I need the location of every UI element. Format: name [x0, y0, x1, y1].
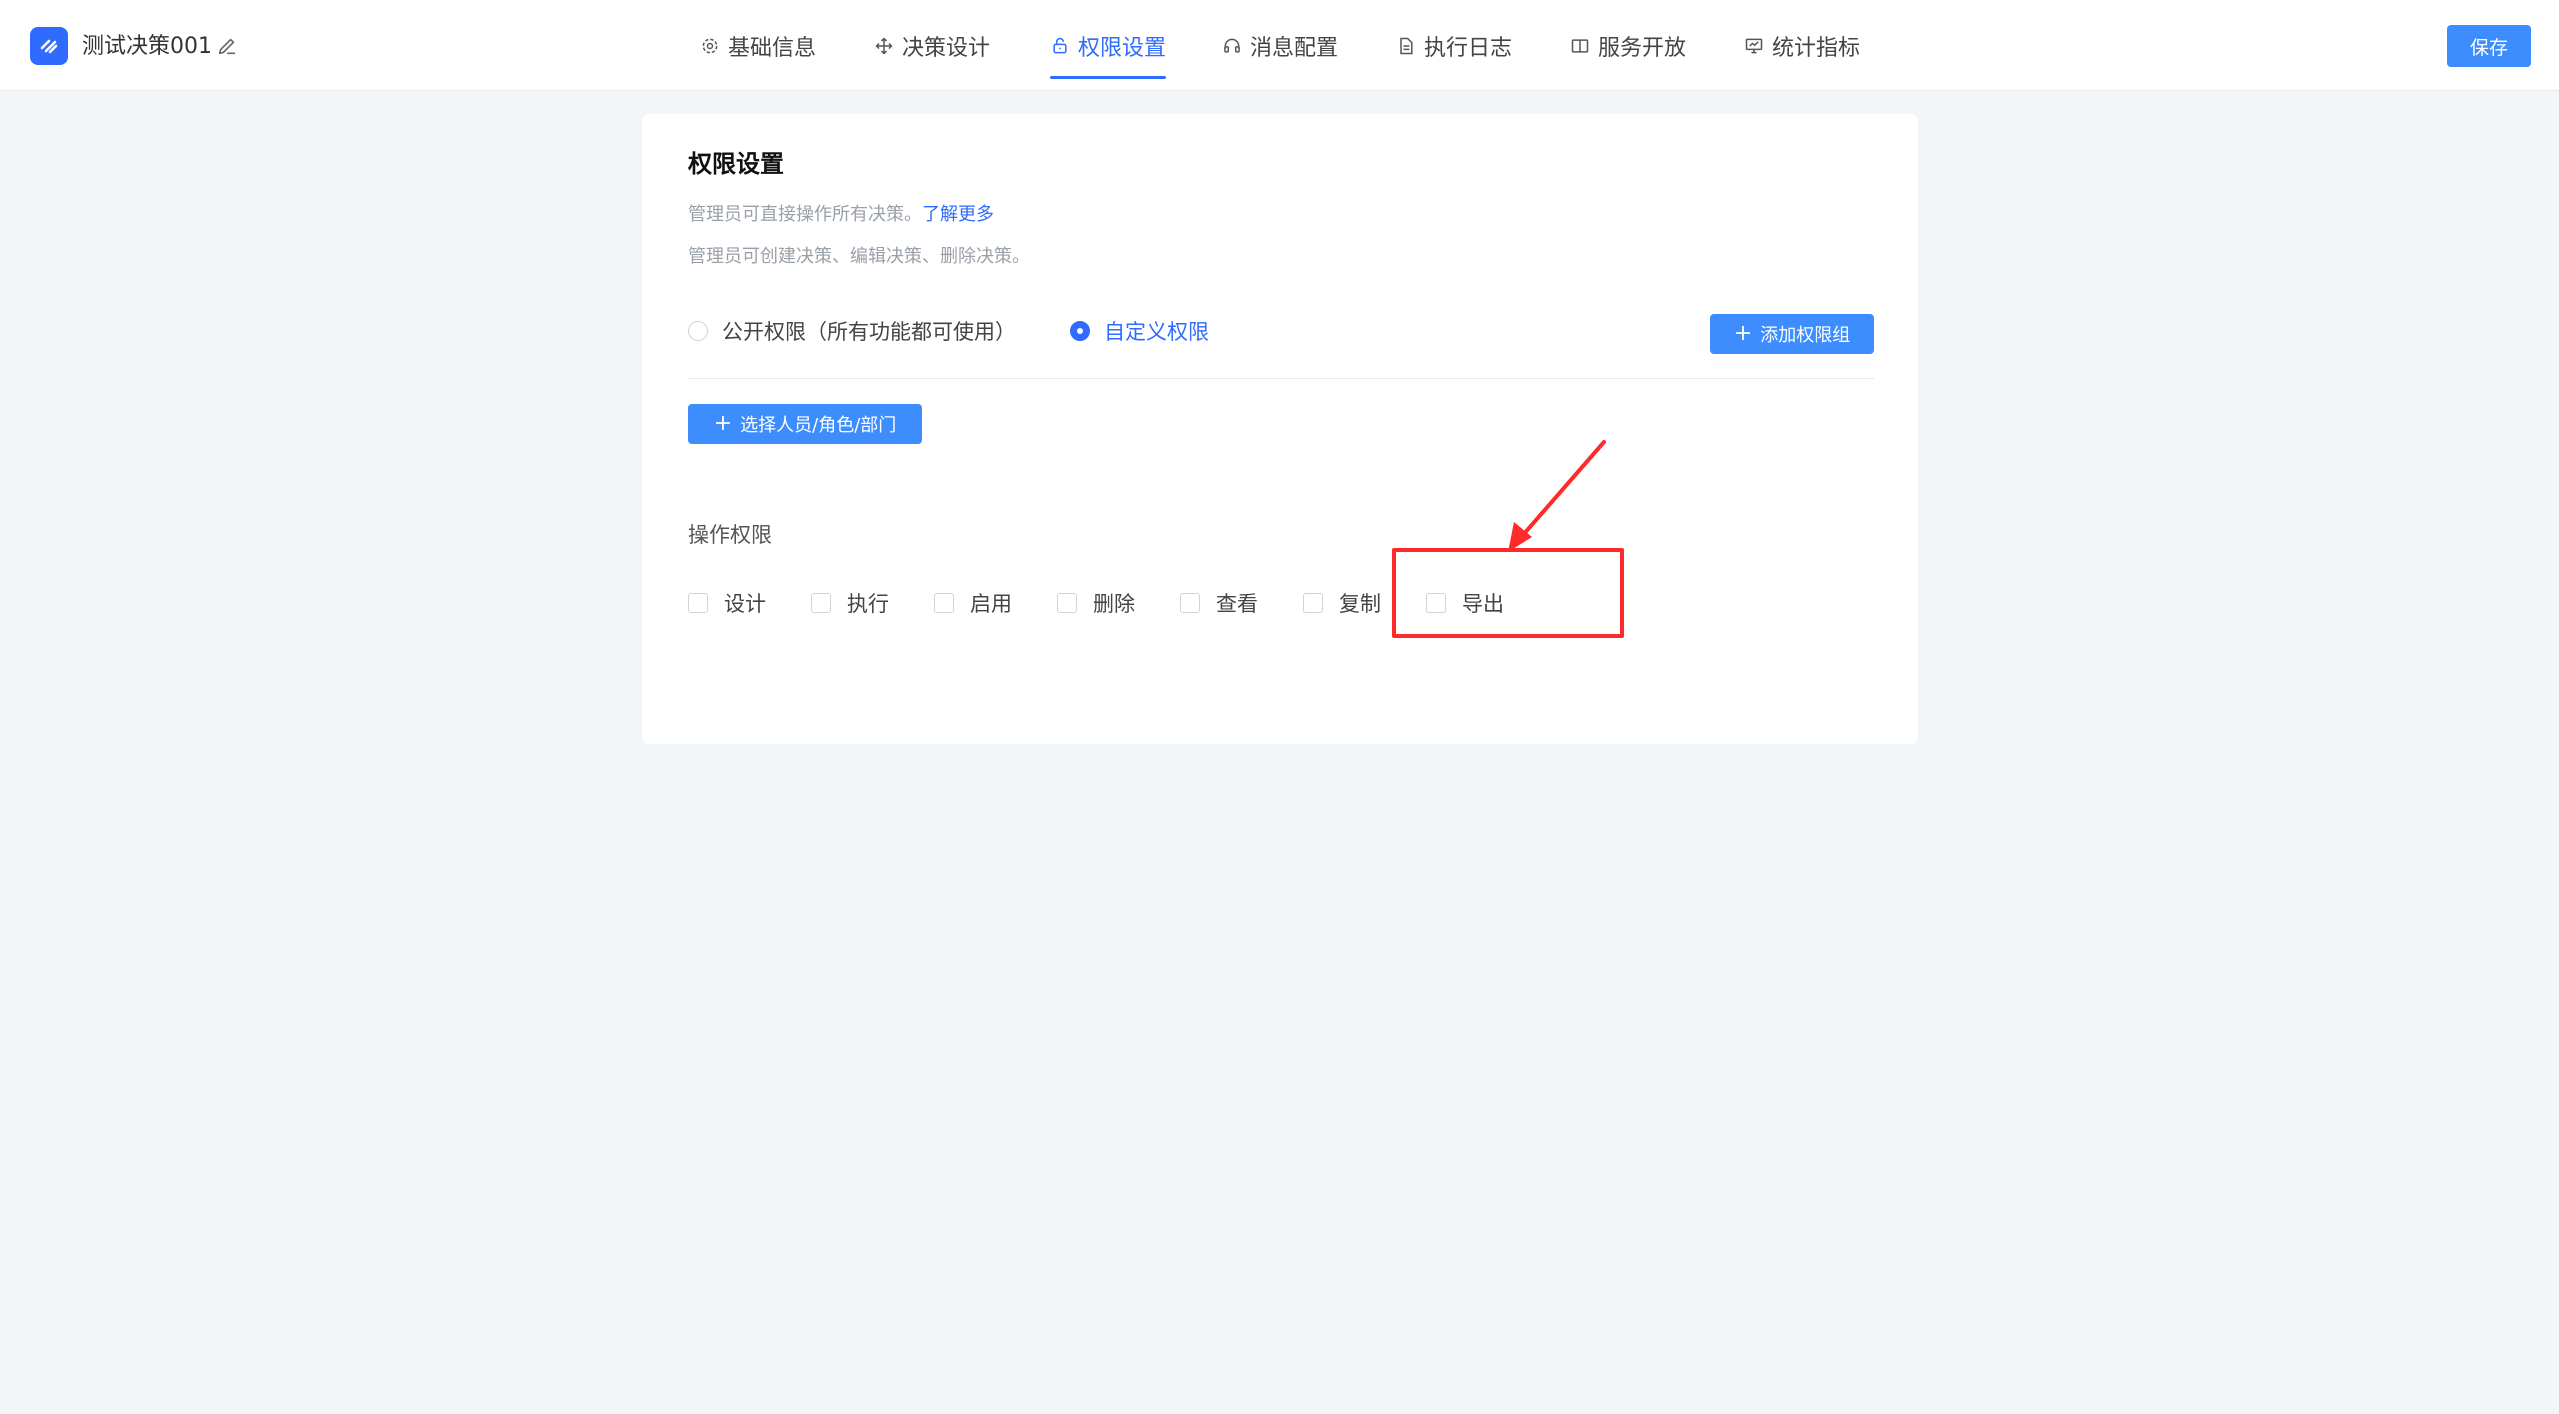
checkbox-icon	[934, 593, 954, 613]
plus-icon: +	[1733, 321, 1753, 346]
nav-tab-label: 统计指标	[1772, 35, 1861, 61]
nav-tab-label: 权限设置	[1078, 35, 1167, 61]
radio-label: 自定义权限	[1104, 320, 1209, 344]
nav-tab-label: 决策设计	[902, 35, 991, 61]
checkbox-label: 执行	[847, 592, 889, 616]
checkbox-icon	[1057, 593, 1077, 613]
checkbox-icon	[1303, 593, 1323, 613]
select-people-roles-departments-button[interactable]: + 选择人员/角色/部门	[688, 404, 922, 444]
permission-settings-card: 权限设置 管理员可直接操作所有决策。了解更多 管理员可创建决策、编辑决策、删除决…	[642, 114, 1918, 744]
admin-description-1: 管理员可直接操作所有决策。了解更多	[688, 200, 994, 226]
nav-tab-label: 执行日志	[1424, 35, 1513, 61]
checkbox-label: 删除	[1093, 592, 1135, 616]
save-button[interactable]: 保存	[2447, 25, 2531, 67]
admin-description-text: 管理员可直接操作所有决策。	[688, 204, 922, 225]
gear-icon	[702, 38, 718, 53]
checkbox-icon	[688, 593, 708, 613]
app-logo-icon	[30, 27, 68, 65]
checkbox-enable[interactable]: 启用	[934, 588, 1012, 618]
button-label: 选择人员/角色/部门	[740, 415, 897, 436]
document-icon	[1400, 37, 1413, 54]
nav-tab-label: 基础信息	[728, 35, 817, 61]
chart-icon	[1745, 38, 1763, 53]
nav-tab-label: 服务开放	[1598, 35, 1687, 61]
checkbox-view[interactable]: 查看	[1180, 588, 1258, 618]
nav-tab-execution-log[interactable]: 执行日志	[1396, 0, 1512, 91]
operation-permission-checkboxes: 设计 执行 启用 删除 查看 复制 导出	[688, 588, 1549, 618]
book-icon	[1571, 38, 1589, 53]
nav-tab-label: 消息配置	[1250, 35, 1339, 61]
radio-custom-permission[interactable]: 自定义权限	[1070, 316, 1209, 346]
nav-tab-permission-settings[interactable]: 权限设置	[1050, 0, 1167, 91]
nav-tab-basic-info[interactable]: 基础信息	[700, 0, 816, 91]
permission-type-radio-group: 公开权限（所有功能都可使用） 自定义权限	[688, 316, 1263, 346]
top-bar: 测试决策001 基础信息 决策设计 权限设置 消息配置 执行日志 服务开放 统计…	[0, 0, 2559, 91]
lock-icon	[1053, 37, 1067, 53]
checkbox-label: 查看	[1216, 592, 1258, 616]
button-label: 添加权限组	[1760, 325, 1851, 346]
nav-tab-statistics[interactable]: 统计指标	[1744, 0, 1860, 91]
radio-label: 公开权限（所有功能都可使用）	[722, 320, 1016, 344]
checkbox-copy[interactable]: 复制	[1303, 588, 1381, 618]
radio-circle-icon	[688, 321, 708, 341]
app-title: 测试决策001	[82, 34, 212, 59]
checkbox-export[interactable]: 导出	[1426, 588, 1504, 618]
nav-tab-message-config[interactable]: 消息配置	[1222, 0, 1338, 91]
nav-tab-service-open[interactable]: 服务开放	[1570, 0, 1686, 91]
learn-more-link[interactable]: 了解更多	[922, 204, 994, 225]
checkbox-label: 导出	[1462, 592, 1504, 616]
checkbox-label: 设计	[724, 592, 766, 616]
operation-permissions-label: 操作权限	[688, 523, 772, 547]
plus-icon: +	[713, 411, 733, 436]
nav-tab-decision-design[interactable]: 决策设计	[874, 0, 990, 91]
checkbox-label: 启用	[970, 592, 1012, 616]
radio-public-permission[interactable]: 公开权限（所有功能都可使用）	[688, 316, 1016, 346]
radio-checked-icon	[1070, 321, 1090, 341]
move-icon	[875, 37, 893, 54]
checkbox-label: 复制	[1339, 592, 1381, 616]
card-title: 权限设置	[688, 150, 784, 178]
checkbox-icon	[1426, 593, 1446, 613]
divider	[688, 378, 1874, 379]
checkbox-icon	[1180, 593, 1200, 613]
checkbox-execute[interactable]: 执行	[811, 588, 889, 618]
add-permission-group-button[interactable]: + 添加权限组	[1710, 314, 1874, 354]
edit-pencil-icon[interactable]	[216, 35, 238, 57]
headset-icon	[1224, 38, 1240, 53]
admin-description-2: 管理员可创建决策、编辑决策、删除决策。	[688, 246, 1030, 267]
checkbox-delete[interactable]: 删除	[1057, 588, 1135, 618]
checkbox-design[interactable]: 设计	[688, 588, 766, 618]
checkbox-icon	[811, 593, 831, 613]
